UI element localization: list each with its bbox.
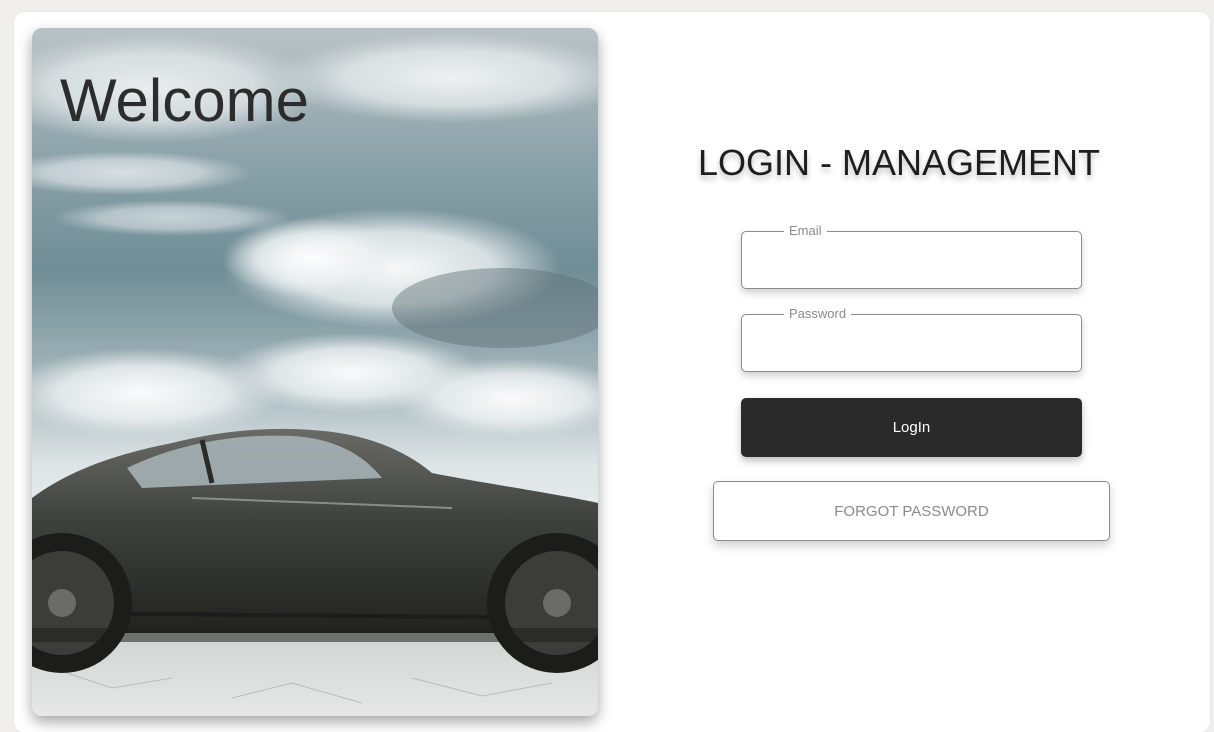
password-input[interactable] — [752, 329, 1074, 361]
email-field[interactable]: Email — [741, 223, 1082, 289]
page-title: LOGIN - MANAGEMENT — [698, 142, 1101, 183]
forgot-password-button[interactable]: FORGOT PASSWORD — [713, 481, 1110, 541]
email-label: Email — [784, 223, 827, 238]
login-button[interactable]: LogIn — [741, 398, 1082, 457]
hero-panel: Welcome — [32, 28, 598, 716]
password-label: Password — [784, 306, 852, 321]
welcome-heading: Welcome — [60, 67, 309, 134]
password-field[interactable]: Password — [741, 306, 1082, 372]
email-input[interactable] — [752, 246, 1074, 278]
